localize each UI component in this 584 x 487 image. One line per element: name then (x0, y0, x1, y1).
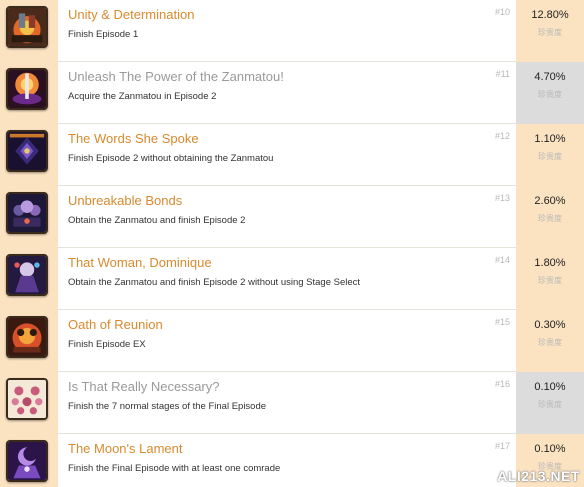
achievement-title: Unity & Determination (68, 7, 195, 22)
rarity-cell: 0.10% 珍贵度 (516, 372, 584, 434)
icon-cell (0, 248, 58, 310)
unlock-percentage: 0.10% (534, 443, 566, 455)
achievement-description: Finish the Final Episode with at least o… (68, 463, 281, 474)
achievement-title: The Words She Spoke (68, 131, 199, 146)
rarity-label: 珍贵度 (538, 214, 562, 223)
rarity-cell: 1.80% 珍贵度 (516, 248, 584, 310)
purple-moon-icon (6, 440, 48, 482)
achievement-list: Unity & Determination Finish Episode 1 #… (0, 0, 584, 487)
unlock-percentage: 1.10% (534, 133, 566, 145)
stage-buttons-icon (6, 378, 48, 420)
dominique-icon (6, 254, 48, 296)
sword-power-icon (6, 68, 48, 110)
unlock-percentage: 1.80% (534, 257, 566, 269)
reunion-fire-icon (6, 316, 48, 358)
achievement-description: Finish Episode 1 (68, 29, 139, 40)
achievement-row[interactable]: Unbreakable Bonds Obtain the Zanmatou an… (0, 186, 584, 248)
rarity-label: 珍贵度 (538, 338, 562, 347)
achievement-number: #17 (494, 441, 510, 451)
icon-cell (0, 0, 58, 62)
achievement-description: Finish the 7 normal stages of the Final … (68, 401, 267, 412)
rarity-label: 珍贵度 (538, 90, 562, 99)
achievement-row[interactable]: Unleash The Power of the Zanmatou! Acqui… (0, 62, 584, 124)
rarity-cell: 12.80% 珍贵度 (516, 0, 584, 62)
icon-cell (0, 434, 58, 487)
icon-cell (0, 372, 58, 434)
achievement-number: #15 (494, 317, 510, 327)
unlock-percentage: 0.10% (534, 381, 566, 393)
achievement-description: Obtain the Zanmatou and finish Episode 2 (68, 215, 246, 226)
achievement-title: Oath of Reunion (68, 317, 163, 332)
achievement-row[interactable]: Oath of Reunion Finish Episode EX #15 0.… (0, 310, 584, 372)
rarity-cell: 4.70% 珍贵度 (516, 62, 584, 124)
achievement-description: Finish Episode 2 without obtaining the Z… (68, 153, 274, 164)
rarity-label: 珍贵度 (538, 276, 562, 285)
achievement-number: #14 (494, 255, 510, 265)
achievement-number: #13 (494, 193, 510, 203)
achievement-title: That Woman, Dominique (68, 255, 212, 270)
unlock-percentage: 4.70% (534, 71, 566, 83)
achievement-description: Obtain the Zanmatou and finish Episode 2… (68, 277, 361, 288)
site-watermark: ALI213.NET (497, 468, 580, 484)
unlock-percentage: 2.60% (534, 195, 566, 207)
achievement-description: Acquire the Zanmatou in Episode 2 (68, 91, 217, 102)
rarity-label: 珍贵度 (538, 400, 562, 409)
rarity-cell: 1.10% 珍贵度 (516, 124, 584, 186)
achievement-row[interactable]: The Words She Spoke Finish Episode 2 wit… (0, 124, 584, 186)
achievement-description: Finish Episode EX (68, 339, 146, 350)
icon-cell (0, 310, 58, 372)
achievement-number: #16 (494, 379, 510, 389)
rarity-cell: 0.30% 珍贵度 (516, 310, 584, 372)
achievement-title: Unleash The Power of the Zanmatou! (68, 69, 284, 84)
achievement-number: #11 (495, 69, 510, 79)
dark-crystal-icon (6, 130, 48, 172)
unlock-percentage: 12.80% (531, 9, 569, 21)
unlock-percentage: 0.30% (534, 319, 566, 331)
rarity-cell: 2.60% 珍贵度 (516, 186, 584, 248)
rarity-label: 珍贵度 (538, 152, 562, 161)
icon-cell (0, 62, 58, 124)
achievement-title: The Moon's Lament (68, 441, 183, 456)
fire-warriors-icon (6, 6, 48, 48)
icon-cell (0, 186, 58, 248)
achievement-number: #12 (494, 131, 510, 141)
achievement-title: Is That Really Necessary? (68, 379, 220, 394)
achievement-row[interactable]: Unity & Determination Finish Episode 1 #… (0, 0, 584, 62)
achievement-row[interactable]: Is That Really Necessary? Finish the 7 n… (0, 372, 584, 434)
achievement-number: #10 (494, 7, 510, 17)
icon-cell (0, 124, 58, 186)
group-bond-icon (6, 192, 48, 234)
rarity-label: 珍贵度 (538, 28, 562, 37)
achievement-row[interactable]: That Woman, Dominique Obtain the Zanmato… (0, 248, 584, 310)
achievement-title: Unbreakable Bonds (68, 193, 183, 208)
